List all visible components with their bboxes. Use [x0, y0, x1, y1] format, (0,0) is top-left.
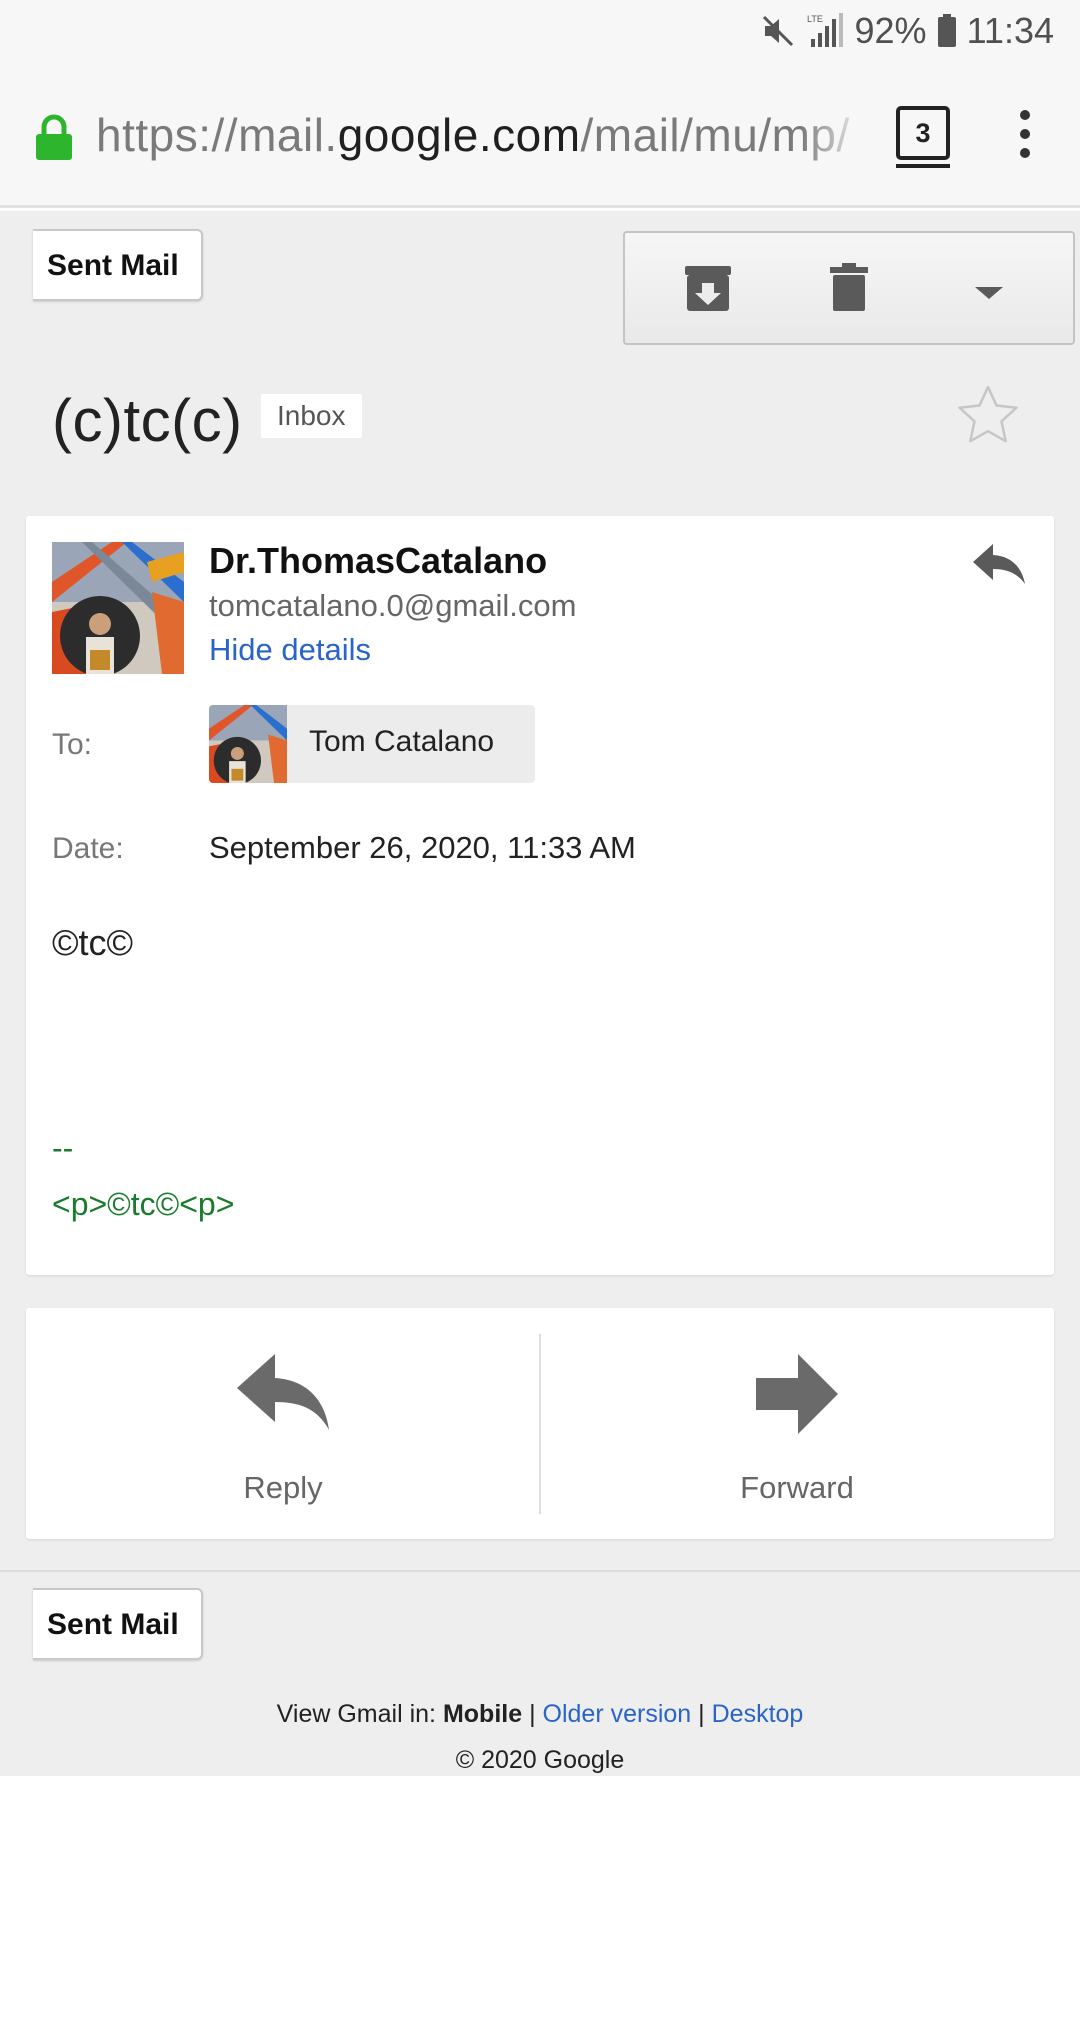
back-button-label: Sent Mail	[47, 249, 179, 282]
view-prefix: View Gmail in:	[276, 1700, 436, 1728]
reply-label: Reply	[243, 1470, 323, 1505]
footer-sep-1: |	[529, 1700, 536, 1728]
view-mobile: Mobile	[442, 1700, 523, 1728]
sender-name: Dr.ThomasCatalano	[209, 540, 548, 581]
inbox-label-badge[interactable]: Inbox	[261, 394, 362, 438]
url-fade	[800, 104, 866, 168]
footer-sep-2: |	[698, 1700, 705, 1728]
hide-details-link[interactable]: Hide details	[209, 632, 371, 668]
signature-separator: --	[52, 1130, 74, 1166]
url-field[interactable]: https://mail.google.com/mail/mu/mp/	[96, 108, 864, 162]
reply-large-icon	[237, 1354, 329, 1430]
view-mode-line: View Gmail in: Mobile | Older version | …	[0, 1700, 1080, 1729]
older-version-link[interactable]: Older version	[543, 1700, 692, 1728]
recipient-chip[interactable]: Tom Catalano	[209, 705, 535, 783]
message-toolbar	[623, 231, 1075, 345]
back-sent-mail-button-bottom[interactable]: Sent Mail	[33, 1588, 203, 1660]
forward-button[interactable]: Forward	[540, 1308, 1054, 1539]
recipient-avatar	[209, 705, 287, 783]
copyright: © 2020 Google	[455, 1746, 625, 1774]
star-icon[interactable]	[957, 384, 1019, 449]
thread-subject: (c)tc(c)	[52, 387, 243, 454]
browser-menu-icon[interactable]	[1014, 110, 1036, 166]
forward-arrow-icon	[756, 1354, 838, 1434]
signal-icon: LTE	[805, 13, 845, 49]
back-button-label-bottom: Sent Mail	[47, 1608, 179, 1641]
url-domain: google.com	[337, 109, 581, 161]
footer: View Gmail in: Mobile | Older version | …	[0, 1686, 1080, 1776]
more-actions-dropdown-icon[interactable]	[973, 285, 1005, 306]
browser-toolbar: https://mail.google.com/mail/mu/mp/ 3	[0, 64, 1080, 208]
archive-icon[interactable]	[683, 263, 733, 318]
reply-forward-card: Reply Forward	[26, 1308, 1054, 1539]
lock-icon	[34, 114, 74, 167]
message-card: Dr.ThomasCatalano tomcatalano.0@gmail.co…	[26, 516, 1054, 1275]
section-divider	[0, 1570, 1080, 1572]
back-sent-mail-button[interactable]: Sent Mail	[33, 229, 203, 301]
date-value: September 26, 2020, 11:33 AM	[209, 830, 636, 865]
message-body: ©tc©	[52, 922, 134, 963]
clock: 11:34	[966, 10, 1054, 51]
tab-switcher-button[interactable]: 3	[896, 106, 950, 168]
status-bar: LTE 92% 11:34	[0, 0, 1080, 64]
date-label: Date:	[52, 832, 124, 865]
sender-avatar[interactable]	[52, 542, 184, 674]
signature-text: <p>©tc©<p>	[52, 1186, 235, 1222]
battery-percent: 92%	[854, 10, 927, 51]
sender-email: tomcatalano.0@gmail.com	[209, 588, 577, 623]
forward-label: Forward	[740, 1470, 854, 1505]
to-label: To:	[52, 728, 93, 761]
reply-button[interactable]: Reply	[26, 1308, 540, 1539]
trash-icon[interactable]	[829, 263, 869, 318]
recipient-name: Tom Catalano	[309, 725, 495, 758]
battery-icon	[937, 14, 957, 48]
desktop-link[interactable]: Desktop	[712, 1700, 804, 1728]
mute-icon	[761, 14, 795, 48]
network-type: LTE	[807, 14, 823, 24]
reply-icon[interactable]	[971, 542, 1027, 591]
url-prefix: https://mail.	[96, 109, 338, 161]
status-icons: LTE 92% 11:34	[761, 10, 1054, 52]
